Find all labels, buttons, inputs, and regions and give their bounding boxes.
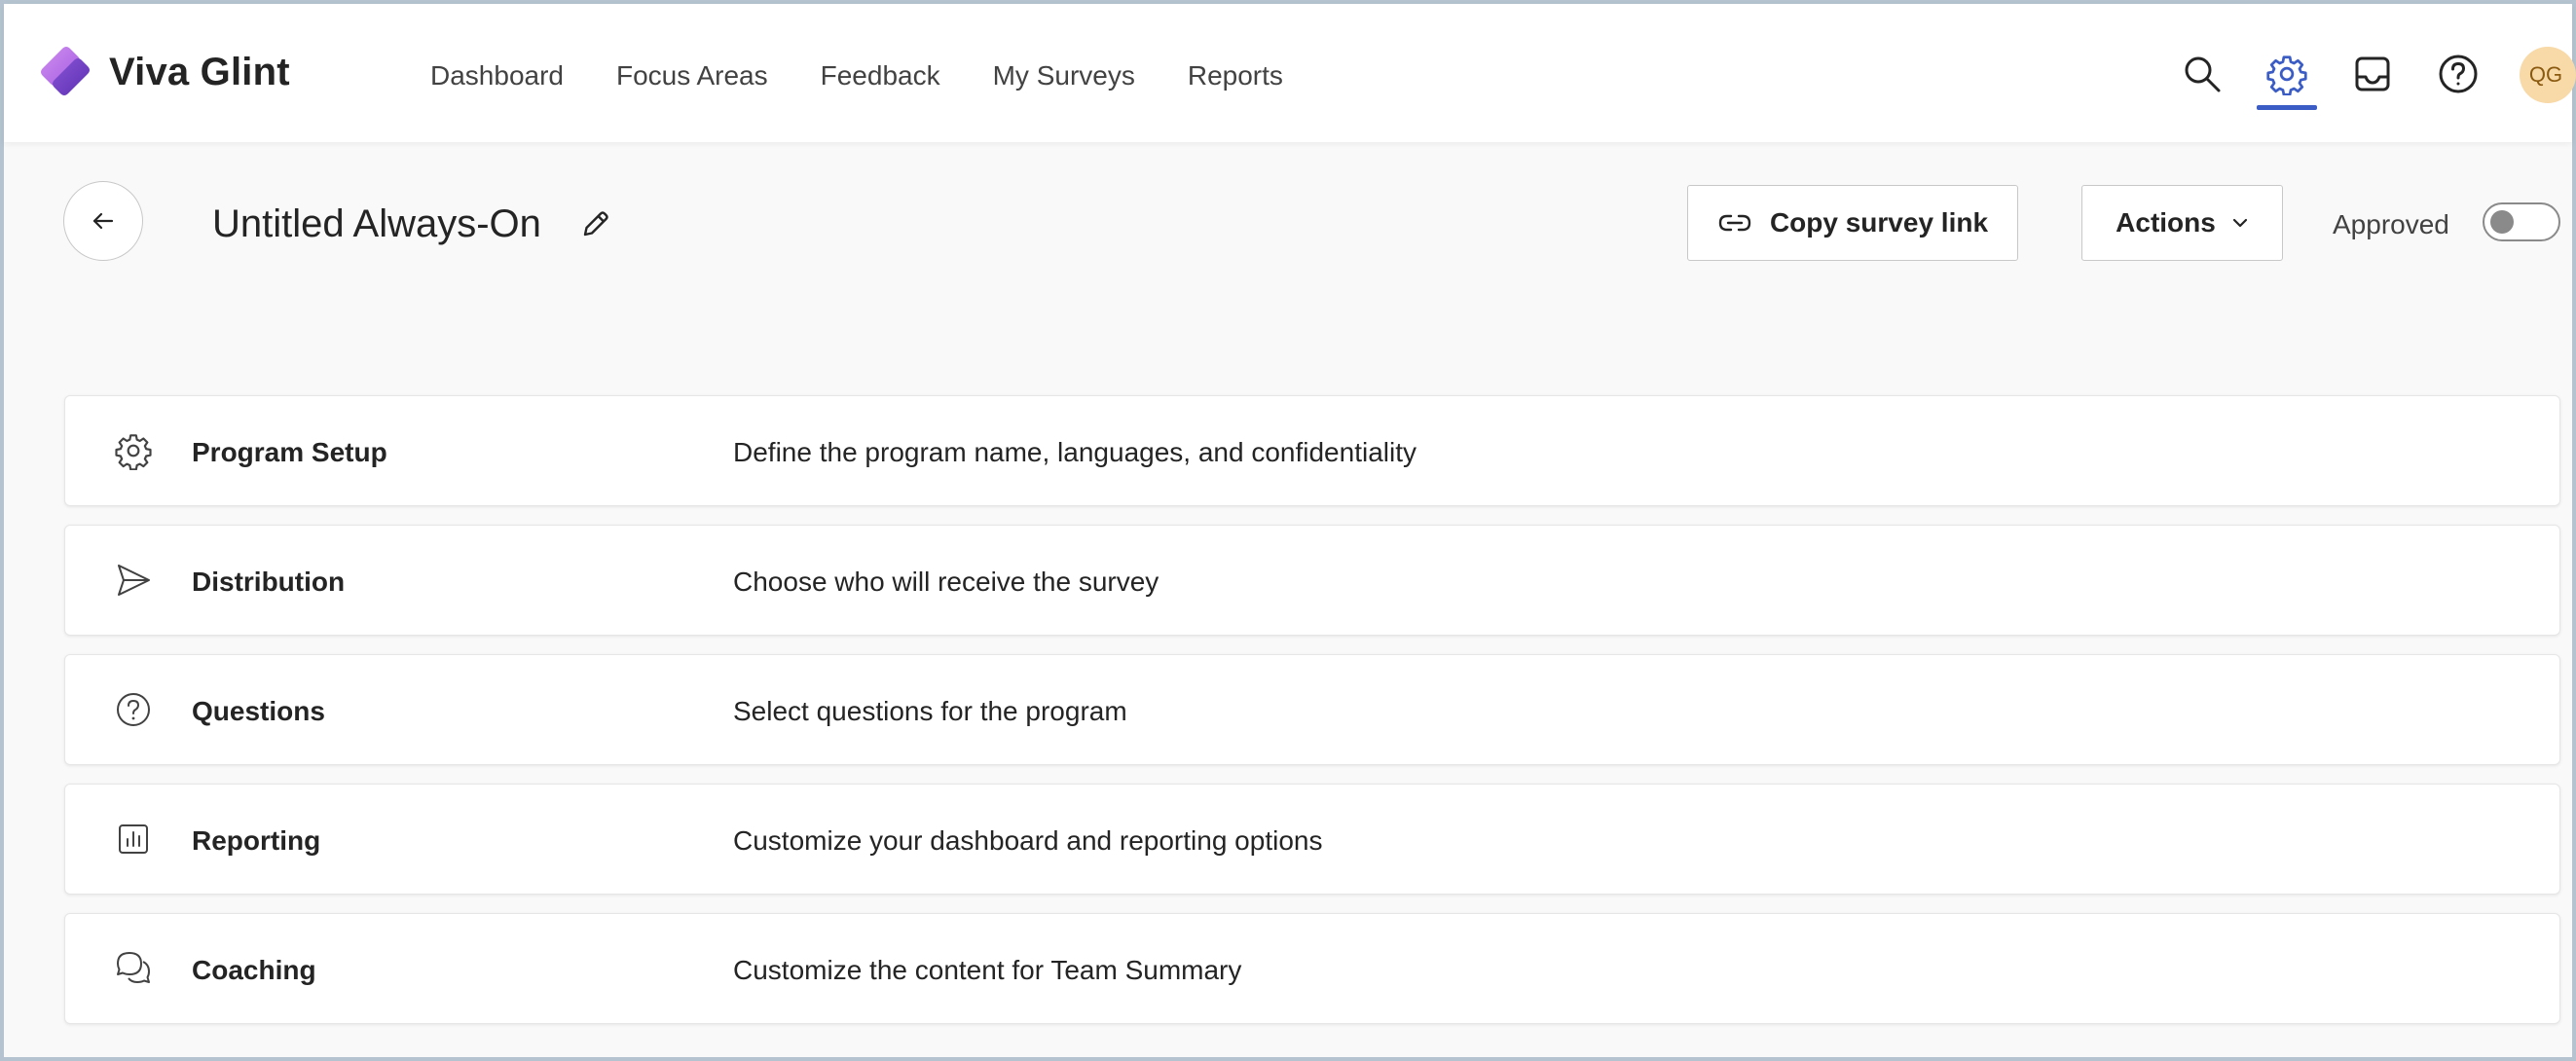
viva-glint-logo	[41, 47, 90, 95]
nav-reports[interactable]: Reports	[1188, 60, 1283, 91]
back-button[interactable]	[63, 181, 143, 261]
section-description: Choose who will receive the survey	[733, 567, 1159, 597]
main-nav: Dashboard Focus Areas Feedback My Survey…	[430, 60, 1336, 91]
approved-toggle[interactable]	[2483, 202, 2560, 241]
section-description: Customize the content for Team Summary	[733, 955, 1242, 985]
section-description: Customize your dashboard and reporting o…	[733, 825, 1323, 856]
section-card-coaching[interactable]: Coaching Customize the content for Team …	[64, 913, 2560, 1024]
question-circle-icon	[117, 693, 150, 726]
chevron-down-icon	[2232, 218, 2247, 228]
search-icon	[2185, 56, 2221, 92]
section-card-program-setup[interactable]: Program Setup Define the program name, l…	[64, 395, 2560, 506]
active-tab-indicator	[2257, 105, 2317, 110]
nav-feedback[interactable]: Feedback	[821, 60, 940, 91]
edit-pencil-icon[interactable]	[578, 206, 613, 241]
help-icon	[2439, 55, 2478, 93]
top-navigation-bar: Viva Glint Dashboard Focus Areas Feedbac…	[4, 4, 2576, 142]
chat-bubbles-icon	[117, 952, 150, 983]
chart-icon	[119, 824, 148, 854]
toggle-knob	[2490, 210, 2514, 234]
actions-dropdown-button[interactable]: Actions	[2081, 185, 2283, 261]
inbox-icon	[2355, 56, 2390, 91]
section-title: Questions	[192, 696, 325, 726]
section-title: Program Setup	[192, 437, 387, 467]
copy-survey-link-button[interactable]: Copy survey link	[1687, 185, 2018, 261]
section-card-reporting[interactable]: Reporting Customize your dashboard and r…	[64, 784, 2560, 895]
inbox-button[interactable]	[2349, 51, 2396, 97]
nav-focus-areas[interactable]: Focus Areas	[616, 60, 768, 91]
copy-survey-link-label: Copy survey link	[1769, 207, 1989, 238]
section-title: Distribution	[192, 567, 346, 597]
link-icon	[1718, 214, 1751, 232]
actions-label: Actions	[2116, 207, 2216, 238]
nav-dashboard[interactable]: Dashboard	[430, 60, 564, 91]
section-card-distribution[interactable]: Distribution Choose who will receive the…	[64, 525, 2560, 636]
help-button[interactable]	[2435, 51, 2482, 97]
section-title: Reporting	[192, 825, 321, 856]
section-description: Select questions for the program	[733, 696, 1127, 726]
search-button[interactable]	[2179, 51, 2226, 97]
gear-icon	[2266, 55, 2307, 95]
send-icon	[118, 565, 150, 596]
brand-name: Viva Glint	[109, 51, 290, 93]
nav-my-surveys[interactable]: My Surveys	[993, 60, 1135, 91]
section-description: Define the program name, languages, and …	[733, 437, 1417, 467]
approved-label: Approved	[2333, 209, 2449, 239]
arrow-left-icon	[92, 212, 114, 230]
page-title: Untitled Always-On	[212, 202, 541, 245]
gear-icon	[115, 434, 152, 470]
user-avatar[interactable]: QG	[2520, 47, 2576, 103]
section-title: Coaching	[192, 955, 316, 985]
section-card-questions[interactable]: Questions Select questions for the progr…	[64, 654, 2560, 765]
settings-button[interactable]	[2263, 51, 2310, 97]
